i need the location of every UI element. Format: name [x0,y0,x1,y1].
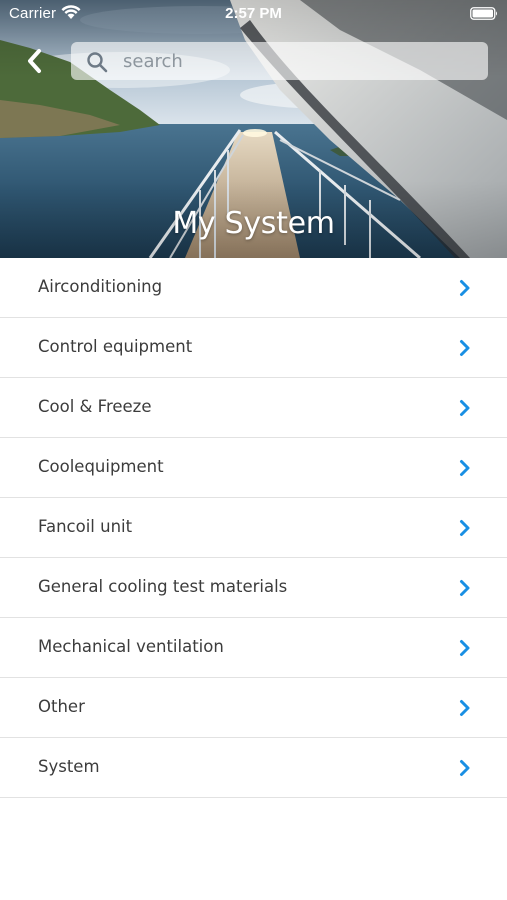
app-screen: Carrier 2:57 PM search My System Aircond… [0,0,507,900]
search-icon [87,52,108,73]
list-item-coolequipment[interactable]: Coolequipment [0,438,507,498]
list-item-label: System [38,757,100,776]
chevron-right-icon [460,400,470,416]
back-button[interactable] [18,44,50,78]
list-item-label: Fancoil unit [38,517,133,536]
status-bar: Carrier 2:57 PM [0,0,507,28]
page-title: My System [172,206,335,241]
header-background-image: Carrier 2:57 PM search My System [0,0,507,258]
list-item-fancoil-unit[interactable]: Fancoil unit [0,498,507,558]
list-item-other[interactable]: Other [0,678,507,738]
chevron-right-icon [460,340,470,356]
list-item-label: Airconditioning [38,277,163,296]
chevron-right-icon [460,640,470,656]
chevron-right-icon [460,280,470,296]
chevron-right-icon [460,760,470,776]
list-item-system[interactable]: System [0,738,507,798]
chevron-right-icon [460,700,470,716]
search-input[interactable] [121,42,471,80]
list-item-general-cooling-test-materials[interactable]: General cooling test materials [0,558,507,618]
list-item-label: Control equipment [38,337,193,356]
list-item-label: Mechanical ventilation [38,637,224,656]
chevron-right-icon [460,520,470,536]
list-item-label: General cooling test materials [38,577,288,596]
chevron-right-icon [460,580,470,596]
list-item-label: Coolequipment [38,457,164,476]
chevron-left-icon [28,49,41,73]
battery-icon [470,7,497,20]
list-item-control-equipment[interactable]: Control equipment [0,318,507,378]
category-list: Airconditioning Control equipment Cool &… [0,258,507,798]
search-bar[interactable] [71,42,488,80]
chevron-right-icon [460,460,470,476]
list-item-cool-and-freeze[interactable]: Cool & Freeze [0,378,507,438]
list-item-airconditioning[interactable]: Airconditioning [0,258,507,318]
list-item-mechanical-ventilation[interactable]: Mechanical ventilation [0,618,507,678]
list-item-label: Other [38,697,85,716]
list-item-label: Cool & Freeze [38,397,152,416]
status-time: 2:57 PM [225,5,282,22]
